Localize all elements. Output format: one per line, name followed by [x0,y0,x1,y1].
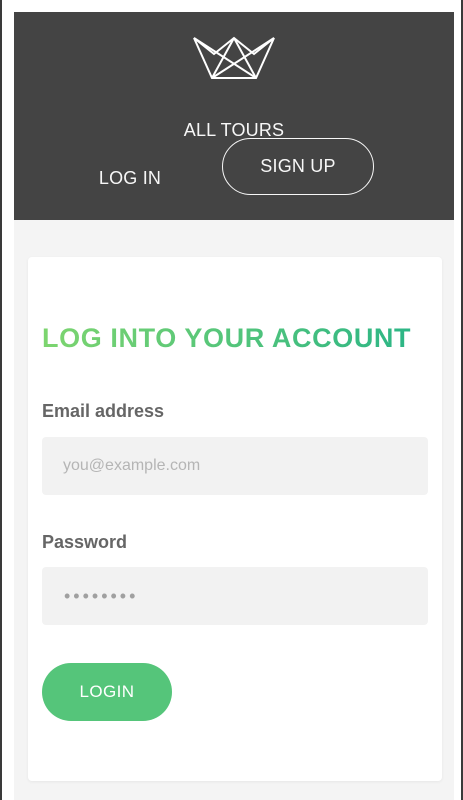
login-title: LOG INTO YOUR ACCOUNT [42,323,432,354]
login-card: LOG INTO YOUR ACCOUNT Email address Pass… [28,257,442,781]
main-content: LOG INTO YOUR ACCOUNT Email address Pass… [14,220,454,800]
crown-icon[interactable] [192,36,276,80]
sign-up-button[interactable]: SIGN UP [222,138,374,195]
browser-frame: ALL TOURS LOG IN SIGN UP LOG INTO YOUR A… [0,0,463,800]
email-label: Email address [42,401,165,421]
nav-log-in-link[interactable]: LOG IN [94,168,166,189]
login-button[interactable]: LOGIN [42,663,172,721]
nav-all-tours-link[interactable]: ALL TOURS [14,120,454,141]
email-input[interactable] [42,437,428,495]
site-header: ALL TOURS LOG IN SIGN UP [14,12,454,220]
password-label: Password [42,532,128,552]
password-input[interactable]: •••••••• [42,567,428,625]
